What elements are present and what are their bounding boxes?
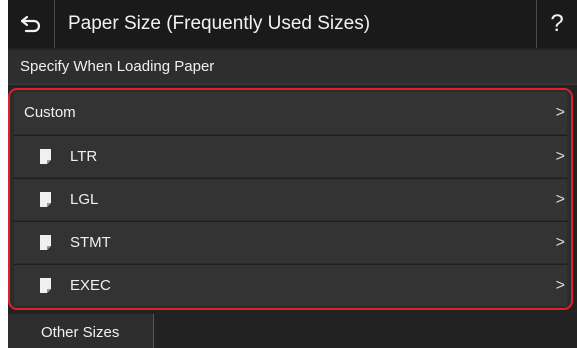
- back-button[interactable]: [8, 0, 55, 48]
- other-sizes-button[interactable]: Other Sizes: [8, 314, 154, 348]
- list-item-label: STMT: [70, 234, 111, 251]
- back-arrow-icon: [20, 15, 41, 33]
- list-item-label: LGL: [70, 191, 99, 208]
- chevron-right-icon: >: [555, 277, 565, 294]
- paper-icon: [40, 149, 51, 164]
- list-item-stmt[interactable]: STMT >: [14, 221, 567, 263]
- chevron-right-icon: >: [555, 234, 565, 251]
- header-bar: Paper Size (Frequently Used Sizes) ?: [8, 0, 577, 48]
- specify-when-loading-label: Specify When Loading Paper: [20, 58, 215, 75]
- list-item-label: Custom: [24, 104, 76, 121]
- chevron-right-icon: >: [555, 104, 565, 121]
- list-item-ltr[interactable]: LTR >: [14, 135, 567, 177]
- paper-icon: [40, 235, 51, 250]
- paper-icon: [40, 278, 51, 293]
- paper-icon: [40, 192, 51, 207]
- list-item-label: LTR: [70, 148, 98, 165]
- help-button[interactable]: ?: [536, 0, 577, 48]
- specify-when-loading-button[interactable]: Specify When Loading Paper: [8, 50, 577, 85]
- paper-size-list: Custom > LTR > LGL > STMT > EXEC >: [8, 88, 573, 310]
- list-item-label: EXEC: [70, 277, 111, 294]
- list-item-lgl[interactable]: LGL >: [14, 178, 567, 220]
- bottom-bar: [154, 314, 577, 348]
- list-item-custom[interactable]: Custom >: [14, 92, 567, 134]
- chevron-right-icon: >: [555, 191, 565, 208]
- other-sizes-label: Other Sizes: [41, 324, 120, 341]
- page-title: Paper Size (Frequently Used Sizes): [68, 13, 371, 34]
- list-item-exec[interactable]: EXEC >: [14, 264, 567, 306]
- screen: Paper Size (Frequently Used Sizes) ? Spe…: [8, 0, 577, 348]
- chevron-right-icon: >: [555, 148, 565, 165]
